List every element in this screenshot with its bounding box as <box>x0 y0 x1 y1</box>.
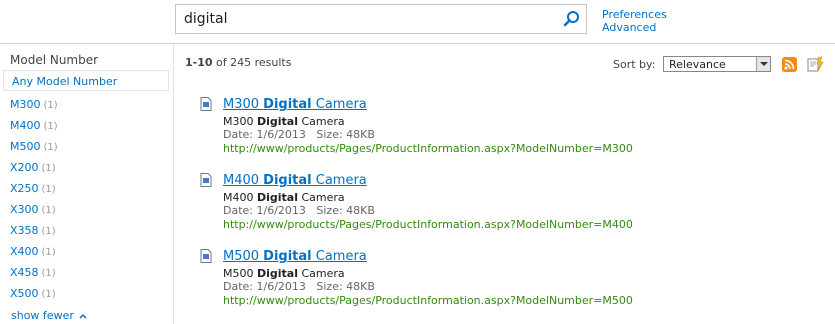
refiner-item-count: (1) <box>41 268 56 279</box>
document-icon <box>200 173 212 187</box>
result-summary-prefix: M400 <box>223 191 257 204</box>
refiner-item-count: (1) <box>43 142 58 153</box>
result-summary: M500 Digital Camera <box>223 267 345 280</box>
refiner-item-label: M300 <box>10 98 41 111</box>
refiner-item[interactable]: M500 (1) <box>10 140 58 161</box>
show-fewer-label: show fewer <box>11 309 74 322</box>
search-icon[interactable] <box>562 9 582 29</box>
result-title-highlight: Digital <box>263 97 312 112</box>
sort-select-value: Relevance <box>669 58 726 71</box>
refiner-item-count: (1) <box>43 100 58 111</box>
result-title-link[interactable]: M300 Digital Camera <box>223 97 367 112</box>
refiner-item-count: (1) <box>41 163 56 174</box>
refiner-item-count: (1) <box>41 205 56 216</box>
result-summary-prefix: M500 <box>223 267 257 280</box>
refiner-item-label: X358 <box>10 224 39 237</box>
refiner-item-count: (1) <box>41 247 56 258</box>
document-icon <box>200 249 212 263</box>
rss-icon[interactable] <box>782 57 797 72</box>
refiner-item-count: (1) <box>41 184 56 195</box>
refiner-panel: Model Number Any Model Number M300 (1) M4… <box>0 44 173 324</box>
result-summary: M400 Digital Camera <box>223 191 345 204</box>
result-title-prefix: M300 <box>223 97 264 112</box>
result-range: 1-10 <box>185 56 213 69</box>
result-meta: Date: 1/6/2013 Size: 48KB <box>223 280 375 293</box>
search-result: M300 Digital Camera M300 Digital Camera … <box>200 97 760 155</box>
search-box <box>175 4 587 34</box>
refiner-item[interactable]: X358 (1) <box>10 224 58 245</box>
result-url: http://www/products/Pages/ProductInforma… <box>223 218 633 231</box>
result-url: http://www/products/Pages/ProductInforma… <box>223 142 633 155</box>
refiner-divider <box>173 44 174 324</box>
result-title-highlight: Digital <box>263 173 312 188</box>
result-title-prefix: M500 <box>223 249 264 264</box>
result-title-link[interactable]: M400 Digital Camera <box>223 173 367 188</box>
refiner-item-label: X250 <box>10 182 39 195</box>
refiner-item[interactable]: M300 (1) <box>10 98 58 119</box>
advanced-link[interactable]: Advanced <box>602 21 667 34</box>
refiner-title: Model Number <box>10 53 99 67</box>
result-summary-suffix: Camera <box>297 267 345 280</box>
result-summary-highlight: Digital <box>256 115 298 128</box>
refiner-item-label: M400 <box>10 119 41 132</box>
result-title-suffix: Camera <box>311 97 367 112</box>
result-title-suffix: Camera <box>311 173 367 188</box>
sort-label: Sort by: <box>613 58 656 71</box>
refiner-item-label: X300 <box>10 203 39 216</box>
result-title-prefix: M400 <box>223 173 264 188</box>
search-input[interactable] <box>176 5 556 33</box>
refiner-item-label: X500 <box>10 287 39 300</box>
refiner-item[interactable]: X300 (1) <box>10 203 58 224</box>
preferences-link[interactable]: Preferences <box>602 8 667 21</box>
alert-me-icon[interactable] <box>806 56 824 74</box>
result-url: http://www/products/Pages/ProductInforma… <box>223 294 633 307</box>
refiner-item[interactable]: X250 (1) <box>10 182 58 203</box>
result-summary-suffix: Camera <box>297 191 345 204</box>
show-fewer-link[interactable]: show fewer <box>11 309 87 322</box>
refiner-item-label: M500 <box>10 140 41 153</box>
refiner-item[interactable]: X400 (1) <box>10 245 58 266</box>
result-summary-highlight: Digital <box>256 267 298 280</box>
result-title-highlight: Digital <box>263 249 312 264</box>
result-meta: Date: 1/6/2013 Size: 48KB <box>223 128 375 141</box>
chevron-down-icon <box>756 57 770 71</box>
refiner-item-count: (1) <box>43 121 58 132</box>
refiner-item-count: (1) <box>41 226 56 237</box>
result-summary: M300 Digital Camera <box>223 115 345 128</box>
refiner-item-label: X400 <box>10 245 39 258</box>
refiner-item[interactable]: X200 (1) <box>10 161 58 182</box>
result-summary-prefix: M300 <box>223 115 257 128</box>
refiner-item-label: X200 <box>10 161 39 174</box>
result-title-suffix: Camera <box>311 249 367 264</box>
search-result: M500 Digital Camera M500 Digital Camera … <box>200 249 760 307</box>
result-count: 1-10 of 245 results <box>185 56 291 69</box>
result-summary-highlight: Digital <box>256 191 298 204</box>
document-icon <box>200 97 212 111</box>
refiner-item[interactable]: X458 (1) <box>10 266 58 287</box>
top-links: Preferences Advanced <box>602 8 667 34</box>
result-meta: Date: 1/6/2013 Size: 48KB <box>223 204 375 217</box>
refiner-item[interactable]: M400 (1) <box>10 119 58 140</box>
search-result: M400 Digital Camera M400 Digital Camera … <box>200 173 760 231</box>
refiner-item-label: X458 <box>10 266 39 279</box>
sort-select[interactable]: Relevance <box>663 56 771 72</box>
refiner-item[interactable]: X500 (1) <box>10 287 58 308</box>
refiner-list: M300 (1) M400 (1) M500 (1) X200 (1) X250 (1) … <box>10 98 58 308</box>
chevron-up-icon <box>79 313 87 319</box>
result-summary-suffix: Camera <box>297 115 345 128</box>
result-title-link[interactable]: M500 Digital Camera <box>223 249 367 264</box>
refiner-any-model-number[interactable]: Any Model Number <box>3 70 169 91</box>
refiner-item-count: (1) <box>41 289 56 300</box>
result-total: of 245 results <box>216 56 292 69</box>
